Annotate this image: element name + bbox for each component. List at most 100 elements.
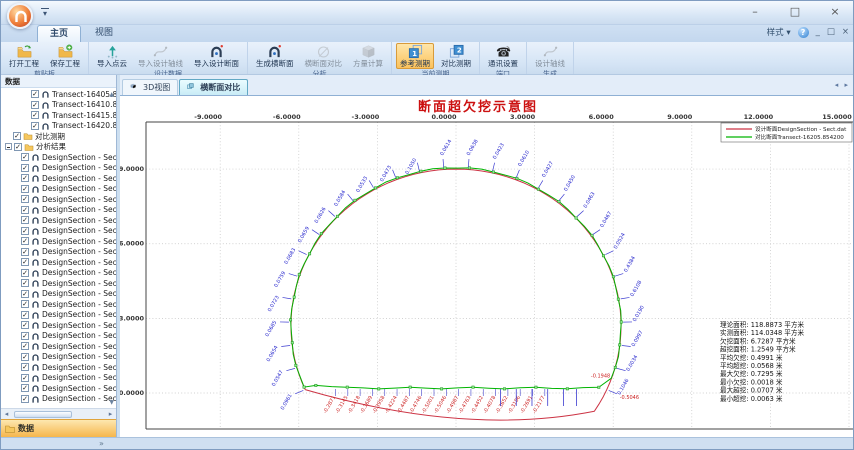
window-close-button[interactable]: ×: [823, 4, 847, 20]
checkbox[interactable]: ✓: [21, 153, 29, 161]
checkbox[interactable]: ✓: [21, 164, 29, 172]
section-compare-button[interactable]: 横断面对比: [301, 43, 347, 69]
compare-epoch-button[interactable]: 2对比测期: [437, 43, 475, 69]
folder-icon: [5, 424, 15, 433]
checkbox[interactable]: ✓: [21, 374, 29, 382]
tree-scroll-down-icon[interactable]: ▼: [109, 399, 114, 406]
tree-item[interactable]: ✓Transect-16405.85: [1, 89, 116, 100]
tree-item[interactable]: ✓DesignSection - Sect: [1, 173, 116, 184]
checkbox[interactable]: ✓: [21, 395, 29, 403]
checkbox[interactable]: ✓: [21, 342, 29, 350]
tree-item[interactable]: ✓Transect-16410.85: [1, 100, 116, 111]
ribbon-tab-主页[interactable]: 主页: [37, 25, 81, 42]
help-icon[interactable]: ?: [798, 27, 809, 38]
deviation-tick: [299, 251, 307, 255]
design-axis-button[interactable]: 设计轴线: [531, 43, 569, 69]
tree-item[interactable]: ✓DesignSection - Sect: [1, 268, 116, 279]
checkbox[interactable]: ✓: [21, 321, 29, 329]
checkbox[interactable]: ✓: [21, 216, 29, 224]
checkbox[interactable]: ✓: [21, 332, 29, 340]
tree-item[interactable]: ✓DesignSection - Sect: [1, 194, 116, 205]
checkbox[interactable]: ✓: [21, 174, 29, 182]
checkbox[interactable]: ✓: [21, 185, 29, 193]
checkbox[interactable]: ✓: [31, 122, 39, 130]
tree-item[interactable]: ✓DesignSection - Sect: [1, 352, 116, 363]
tree-item[interactable]: ✓DesignSection - Sect: [1, 362, 116, 373]
checkbox[interactable]: ✓: [21, 237, 29, 245]
checkbox[interactable]: ✓: [21, 300, 29, 308]
window-minimize-button[interactable]: –: [743, 4, 767, 20]
quick-access-caret[interactable]: ▾: [41, 8, 49, 18]
tree-item[interactable]: ✓DesignSection - Sect: [1, 247, 116, 258]
checkbox[interactable]: ✓: [21, 248, 29, 256]
checkbox[interactable]: ✓: [31, 90, 39, 98]
checkbox[interactable]: ✓: [21, 195, 29, 203]
import-design-section-button[interactable]: 导入设计断面: [190, 43, 243, 69]
tree-item[interactable]: ✓DesignSection - Sect: [1, 383, 116, 394]
tree-item[interactable]: ✓DesignSection - Sect: [1, 184, 116, 195]
checkbox[interactable]: ✓: [13, 132, 21, 140]
data-panel-tab[interactable]: 数据: [1, 419, 116, 437]
doc-tab-3D视图[interactable]: 3D视图: [122, 79, 178, 95]
scroll-left-icon[interactable]: ◂: [1, 409, 12, 419]
checkbox[interactable]: ✓: [21, 311, 29, 319]
tree-item[interactable]: ✓DesignSection - Sect: [1, 394, 116, 405]
tree-item[interactable]: ✓DesignSection - Sect: [1, 278, 116, 289]
save-project-button[interactable]: 保存工程: [46, 43, 84, 69]
checkbox[interactable]: ✓: [21, 353, 29, 361]
tree-item[interactable]: ✓DesignSection - Sect: [1, 373, 116, 384]
reference-epoch-button[interactable]: 1参考测期: [396, 43, 434, 69]
checkbox[interactable]: ✓: [21, 227, 29, 235]
panel-collapse-icon[interactable]: »: [99, 438, 104, 449]
generate-section-button[interactable]: 生成横断面: [252, 43, 298, 69]
tree-item[interactable]: ✓DesignSection - Sect: [1, 289, 116, 300]
checkbox[interactable]: ✓: [31, 101, 39, 109]
tree-item[interactable]: ✓DesignSection - Sect: [1, 320, 116, 331]
import-point-cloud-button[interactable]: 导入点云: [93, 43, 131, 69]
chart-canvas[interactable]: -9.0000-6.0000-3.00000.00003.00006.00009…: [120, 96, 853, 437]
tree-item[interactable]: ✓DesignSection - Sect: [1, 226, 116, 237]
tree-item[interactable]: ✓DesignSection - Sect: [1, 205, 116, 216]
checkbox[interactable]: ✓: [21, 363, 29, 371]
checkbox[interactable]: ✓: [21, 206, 29, 214]
scrollbar-track[interactable]: [12, 410, 105, 419]
checkbox[interactable]: ✓: [21, 384, 29, 392]
checkbox[interactable]: ✓: [14, 143, 22, 151]
app-logo-orb[interactable]: [7, 3, 33, 29]
checkbox[interactable]: ✓: [21, 258, 29, 266]
checkbox[interactable]: ✓: [21, 279, 29, 287]
tree-item[interactable]: ✓DesignSection - Sect: [1, 152, 116, 163]
tree-item[interactable]: ✓DesignSection - Sect: [1, 310, 116, 321]
tree-item[interactable]: ✓对比测期: [1, 131, 116, 142]
style-dropdown[interactable]: 样式 ▾: [767, 26, 791, 38]
ribbon-tab-视图[interactable]: 视图: [83, 25, 125, 42]
checkbox[interactable]: ✓: [21, 290, 29, 298]
ribbon-restore-button[interactable]: □: [827, 27, 835, 37]
tree-item[interactable]: ✓DesignSection - Sect: [1, 257, 116, 268]
doc-tab-横断面对比[interactable]: 横断面对比: [179, 79, 248, 95]
import-design-axis-button[interactable]: 导入设计轴线: [134, 43, 187, 69]
scrollbar-thumb[interactable]: [14, 411, 72, 418]
tab-scroll-arrows[interactable]: ◂ ▸: [835, 81, 850, 89]
tree-item[interactable]: ✓Transect-16420.85: [1, 121, 116, 132]
checkbox[interactable]: ✓: [21, 269, 29, 277]
tree-item[interactable]: ✓DesignSection - Sect: [1, 299, 116, 310]
tree-item[interactable]: ✓分析结果: [1, 142, 116, 153]
tree-scroll-up-icon[interactable]: ▲: [109, 91, 114, 98]
expander-icon[interactable]: [5, 143, 12, 150]
volume-calc-button[interactable]: 方量计算: [349, 43, 387, 69]
tree-item[interactable]: ✓Transect-16415.85: [1, 110, 116, 121]
ribbon-close-button[interactable]: ×: [842, 27, 849, 37]
checkbox[interactable]: ✓: [31, 111, 39, 119]
open-project-button[interactable]: 打开工程: [5, 43, 43, 69]
tree-horizontal-scrollbar[interactable]: ◂ ▸: [1, 408, 116, 419]
tree-item[interactable]: ✓DesignSection - Sect: [1, 341, 116, 352]
ribbon-minimize-button[interactable]: _: [816, 27, 820, 37]
tree-item[interactable]: ✓DesignSection - Sect: [1, 163, 116, 174]
window-maximize-button[interactable]: □: [783, 4, 807, 20]
tree-item[interactable]: ✓DesignSection - Sect: [1, 236, 116, 247]
scroll-right-icon[interactable]: ▸: [105, 409, 116, 419]
comm-settings-button[interactable]: ☎通讯设置: [484, 43, 522, 69]
tree-item[interactable]: ✓DesignSection - Sect: [1, 331, 116, 342]
tree-item[interactable]: ✓DesignSection - Sect: [1, 215, 116, 226]
